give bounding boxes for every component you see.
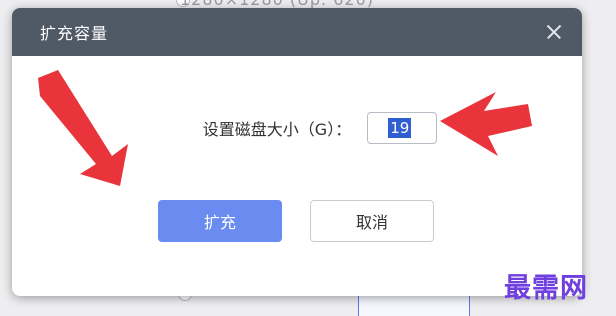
- red-arrow-right-icon: [440, 92, 532, 156]
- watermark-logo: 最需网: [504, 273, 588, 304]
- red-arrow-left-icon: [38, 70, 128, 186]
